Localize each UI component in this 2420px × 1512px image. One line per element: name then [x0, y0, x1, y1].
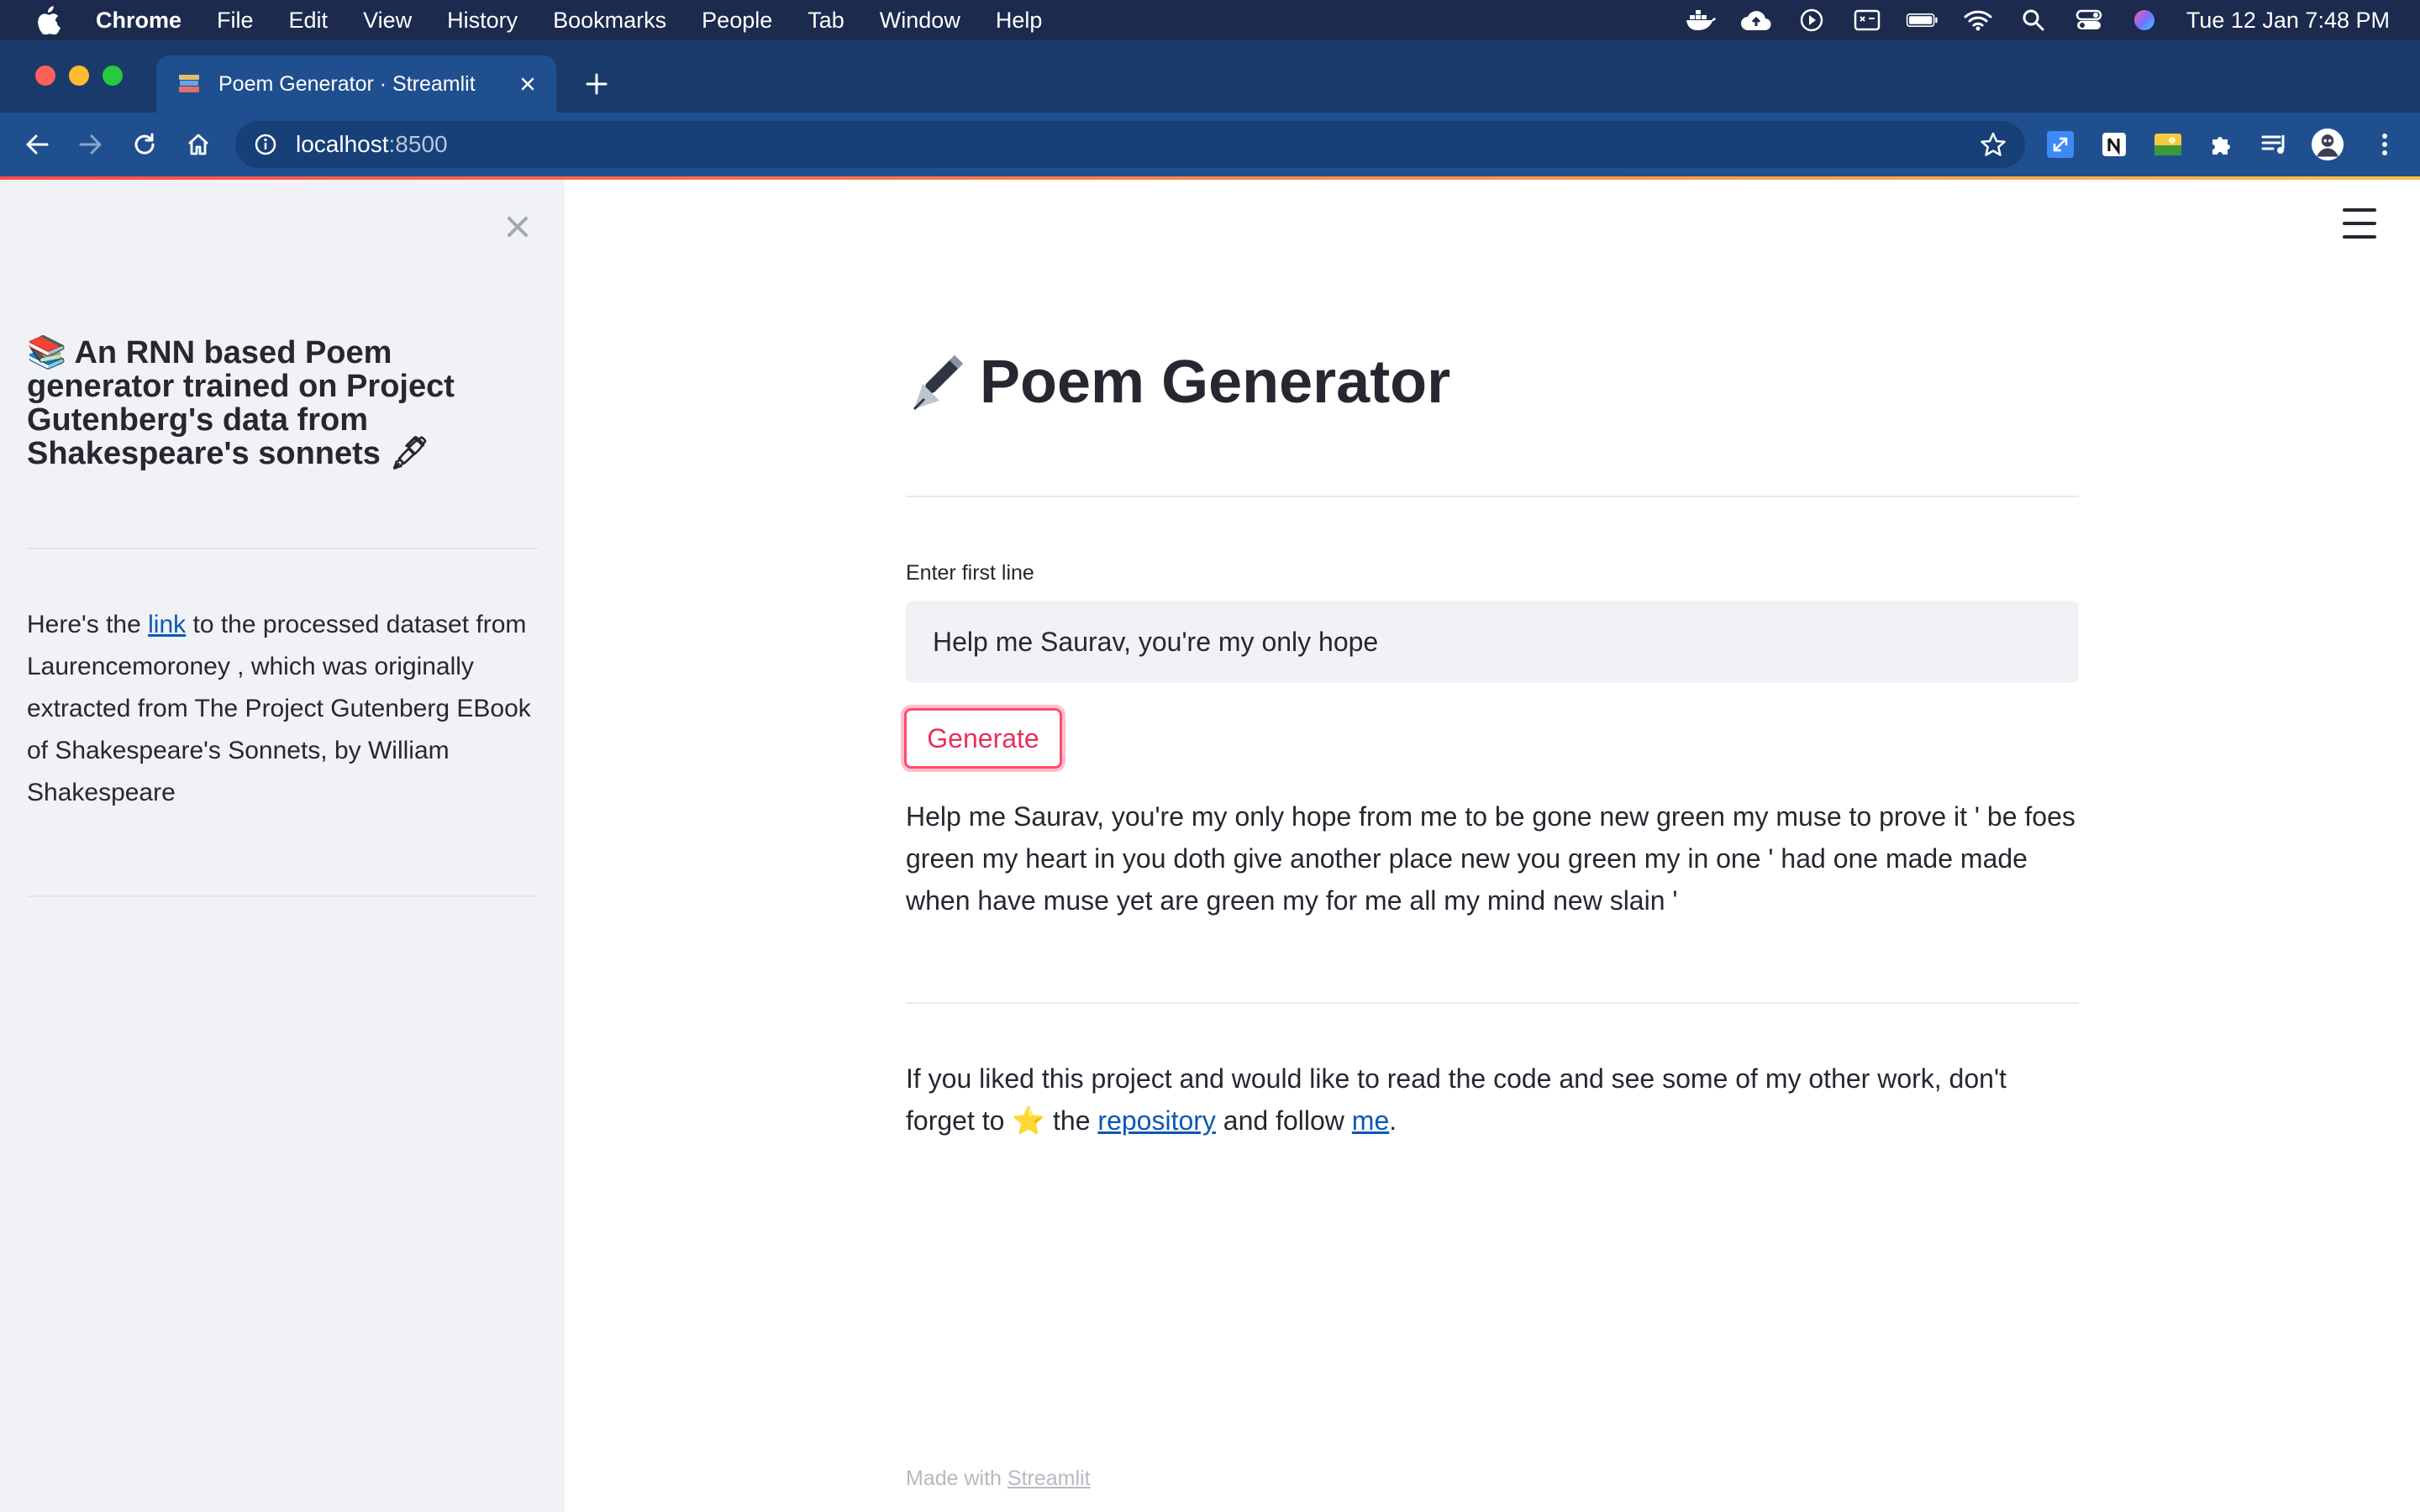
tab-title: Poem Generator · Streamlit: [218, 71, 476, 96]
sidebar-text-prefix: Here's the: [27, 611, 149, 638]
browser-toolbar: localhost:8500: [0, 113, 2420, 176]
tab-poem-generator[interactable]: Poem Generator · Streamlit: [156, 55, 556, 113]
control-center-icon[interactable]: [2072, 8, 2106, 33]
menu-bookmarks[interactable]: Bookmarks: [553, 8, 666, 34]
spotlight-search-icon[interactable]: [2017, 8, 2050, 33]
macos-menu-bar: Chrome File Edit View History Bookmarks …: [0, 0, 2420, 40]
window-zoom-button[interactable]: [103, 66, 123, 86]
siri-icon[interactable]: [2128, 8, 2161, 33]
hamburger-menu-icon[interactable]: [2343, 208, 2376, 239]
sidebar-text-suffix: to the processed dataset from Laurencemo…: [27, 611, 531, 806]
screen-icon[interactable]: [1850, 8, 1884, 33]
menu-file[interactable]: File: [217, 8, 254, 34]
menu-view[interactable]: View: [363, 8, 412, 34]
generate-button[interactable]: Generate: [904, 708, 1062, 769]
menu-app-chrome[interactable]: Chrome: [96, 8, 182, 34]
streamlit-link[interactable]: Streamlit: [1007, 1467, 1091, 1490]
title-divider: [906, 496, 2079, 497]
tab-close-icon[interactable]: [511, 67, 544, 101]
url-port: :8500: [388, 131, 448, 157]
footer-text-mid2: and follow: [1215, 1105, 1352, 1136]
sidebar-divider-bottom: [27, 895, 538, 897]
media-queue-icon[interactable]: [2259, 128, 2292, 161]
sidebar-close-icon[interactable]: [501, 210, 534, 244]
page-title: Poem Generator: [904, 344, 1450, 420]
dataset-link[interactable]: link: [148, 611, 186, 638]
sidebar: 📚 An RNN based Poem generator trained on…: [0, 180, 565, 1512]
menu-people[interactable]: People: [702, 8, 772, 34]
cloud-upload-icon[interactable]: [1739, 8, 1773, 33]
menu-tab[interactable]: Tab: [808, 8, 844, 34]
fountain-pen-icon: [904, 350, 968, 414]
sidebar-title: 📚 An RNN based Poem generator trained on…: [27, 336, 497, 470]
page-title-text: Poem Generator: [980, 349, 1451, 416]
made-with-streamlit: Made with Streamlit: [906, 1467, 1091, 1491]
profile-avatar[interactable]: [2311, 128, 2344, 161]
browser-tab-strip: Poem Generator · Streamlit: [0, 40, 2420, 113]
window-minimize-button[interactable]: [69, 66, 89, 86]
docker-icon[interactable]: [1684, 8, 1718, 33]
forward-arrow-icon[interactable]: [72, 126, 109, 163]
apple-icon[interactable]: [35, 6, 66, 34]
status-area: Tue 12 Jan 7:48 PM: [1662, 0, 2390, 40]
first-line-label: Enter first line: [906, 561, 1034, 585]
sidebar-description: Here's the link to the processed dataset…: [27, 604, 531, 814]
first-line-input[interactable]: [906, 601, 2079, 683]
footer-text-mid1: the: [1045, 1105, 1098, 1136]
extensions-puzzle-icon[interactable]: [2205, 128, 2238, 161]
extension-expand-icon[interactable]: [2044, 128, 2077, 161]
footer-text-end: .: [1389, 1105, 1397, 1136]
menu-clock[interactable]: Tue 12 Jan 7:48 PM: [2186, 8, 2390, 34]
sidebar-divider: [27, 548, 538, 549]
battery-icon[interactable]: [1906, 8, 1939, 33]
play-circle-icon[interactable]: [1795, 8, 1828, 33]
reload-icon[interactable]: [126, 126, 163, 163]
menu-history[interactable]: History: [447, 8, 518, 34]
books-emoji-icon: 📚: [27, 335, 67, 370]
star-emoji-icon: ⭐: [1012, 1105, 1046, 1136]
wifi-icon[interactable]: [1961, 8, 1995, 33]
footer-message: If you liked this project and would like…: [906, 1058, 2082, 1142]
bookmark-star-icon[interactable]: [1980, 131, 2007, 158]
site-info-icon[interactable]: [254, 131, 281, 158]
address-bar[interactable]: localhost:8500: [235, 121, 2025, 168]
fountain-pen-emoji-icon: 🖋: [389, 436, 430, 471]
new-tab-icon[interactable]: [580, 67, 613, 101]
back-arrow-icon[interactable]: [18, 126, 55, 163]
made-with-prefix: Made with: [906, 1467, 1007, 1490]
photo-extension-icon[interactable]: [2151, 128, 2185, 161]
menu-help[interactable]: Help: [996, 8, 1043, 34]
menu-window[interactable]: Window: [880, 8, 960, 34]
repository-link[interactable]: repository: [1097, 1105, 1216, 1136]
chrome-menu-icon[interactable]: [2368, 128, 2402, 161]
me-link[interactable]: me: [1352, 1105, 1389, 1136]
url-host: localhost: [296, 131, 389, 157]
home-icon[interactable]: [180, 126, 217, 163]
window-close-button[interactable]: [35, 66, 55, 86]
books-favicon-icon: [176, 71, 202, 97]
content-divider: [906, 1002, 2079, 1004]
menu-edit[interactable]: Edit: [289, 8, 329, 34]
generated-poem: Help me Saurav, you're my only hope from…: [906, 801, 2075, 916]
notion-extension-icon[interactable]: [2097, 128, 2131, 161]
